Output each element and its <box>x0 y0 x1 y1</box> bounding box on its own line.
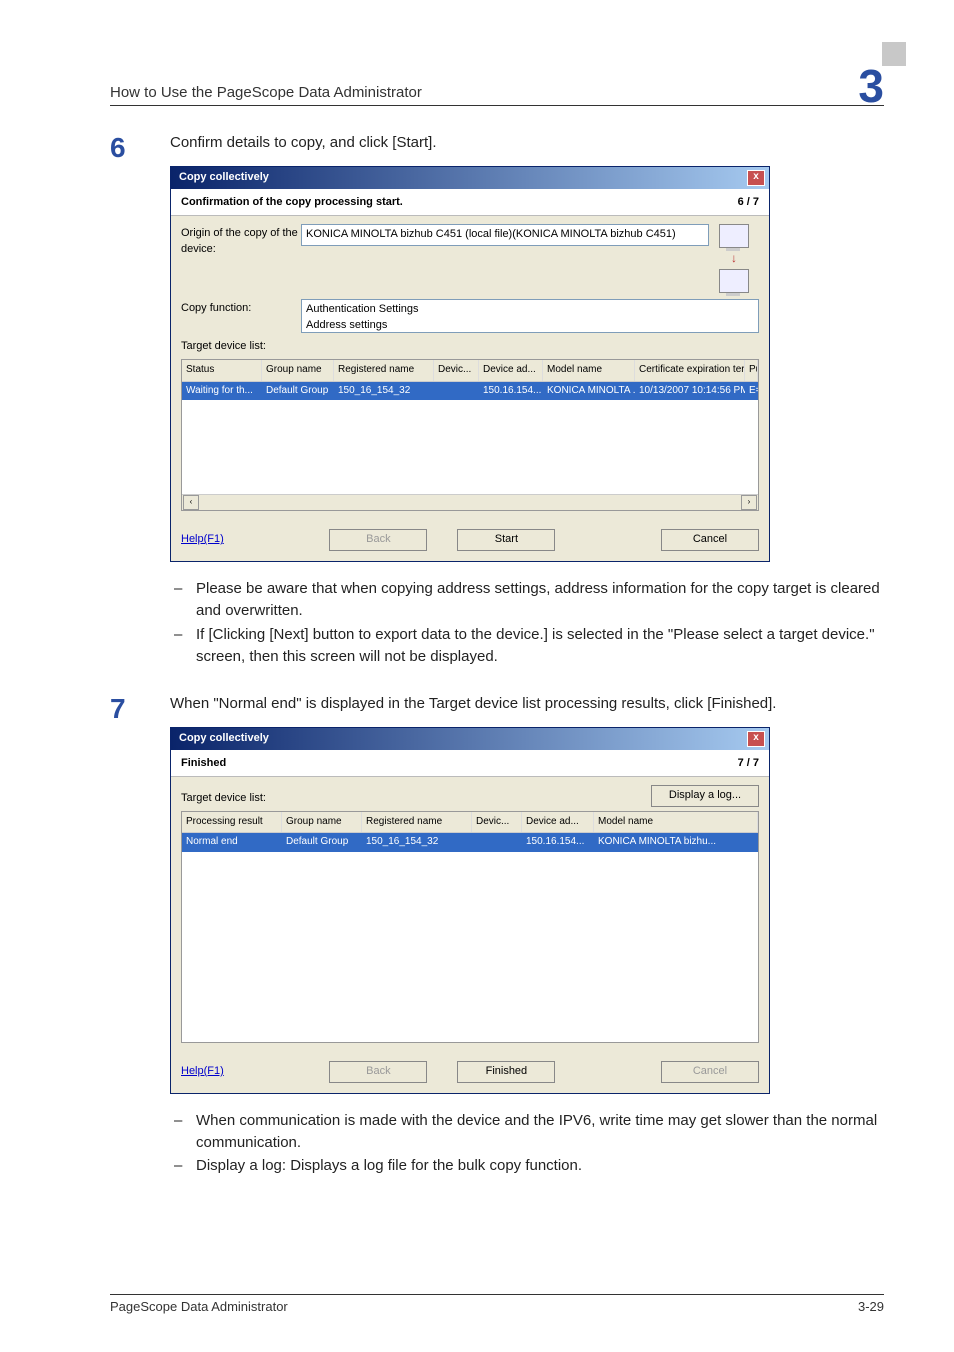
cell-devic <box>434 382 479 401</box>
col-devad[interactable]: Device ad... <box>479 360 543 381</box>
dialog7-step-count: 7 / 7 <box>738 756 759 772</box>
dialog6-head-left: Confirmation of the copy processing star… <box>181 195 403 211</box>
dialog-copy-collectively-6: Copy collectively x Confirmation of the … <box>170 166 770 562</box>
device-icon-group: ↓ <box>709 224 759 293</box>
cancel-button-6[interactable]: Cancel <box>661 529 759 551</box>
horizontal-scrollbar[interactable]: ‹ › <box>182 494 758 510</box>
titlebar-7: Copy collectively x <box>171 728 769 750</box>
col-result[interactable]: Processing result <box>182 812 282 833</box>
back-button-7[interactable]: Back <box>329 1061 427 1083</box>
footer-right: 3-29 <box>858 1299 884 1314</box>
help-link-7[interactable]: Help(F1) <box>181 1064 224 1080</box>
cell-model: KONICA MINOLTA ... <box>543 382 635 401</box>
list-header-6: Status Group name Registered name Devic.… <box>182 360 758 382</box>
dialog-copy-collectively-7: Copy collectively x Finished 7 / 7 Targe… <box>170 727 770 1094</box>
notes-6: Please be aware that when copying addres… <box>170 578 884 667</box>
close-icon[interactable]: x <box>747 170 765 186</box>
cell-cert: 10/13/2007 10:14:56 PM... <box>635 382 745 401</box>
auth-settings-item: Authentication Settings <box>306 303 419 315</box>
finished-button[interactable]: Finished <box>457 1061 555 1083</box>
dialog6-step-count: 6 / 7 <box>738 195 759 211</box>
col-public[interactable]: Public <box>745 360 758 381</box>
section-title: How to Use the PageScope Data Administra… <box>110 84 422 101</box>
step-6-text: Confirm details to copy, and click [Star… <box>170 132 884 154</box>
col-devic[interactable]: Devic... <box>434 360 479 381</box>
col-group-7[interactable]: Group name <box>282 812 362 833</box>
step-6-number: 6 <box>110 132 170 570</box>
table-row[interactable]: Normal end Default Group 150_16_154_32 1… <box>182 833 758 852</box>
col-cert[interactable]: Certificate expiration term <box>635 360 745 381</box>
help-link-6[interactable]: Help(F1) <box>181 532 224 548</box>
display-log-button[interactable]: Display a log... <box>651 785 759 807</box>
cell-result: Normal end <box>182 833 282 852</box>
target-list-label-6: Target device list: <box>181 339 759 355</box>
back-button-6[interactable]: Back <box>329 529 427 551</box>
table-row[interactable]: Waiting for th... Default Group 150_16_1… <box>182 382 758 401</box>
step-7-text: When "Normal end" is displayed in the Ta… <box>170 693 884 715</box>
dialog7-title: Copy collectively <box>179 731 269 747</box>
cell-public: E=ssl <box>745 382 758 401</box>
computer-icon <box>719 224 749 248</box>
origin-label: Origin of the copy of the device: <box>181 224 301 258</box>
scroll-left-icon[interactable]: ‹ <box>183 495 199 510</box>
footer-left: PageScope Data Administrator <box>110 1299 288 1314</box>
dialog7-head-left: Finished <box>181 756 226 772</box>
cell-regname-7: 150_16_154_32 <box>362 833 472 852</box>
cell-model-7: KONICA MINOLTA bizhu... <box>594 833 758 852</box>
col-devic-7[interactable]: Devic... <box>472 812 522 833</box>
cell-devad-7: 150.16.154... <box>522 833 594 852</box>
step-7-number: 7 <box>110 693 170 1102</box>
corner-decoration <box>882 42 906 66</box>
target-device-list-6[interactable]: Status Group name Registered name Devic.… <box>181 359 759 511</box>
page-footer: PageScope Data Administrator 3-29 <box>110 1294 884 1314</box>
computer-icon <box>719 269 749 293</box>
cancel-button-7[interactable]: Cancel <box>661 1061 759 1083</box>
close-icon[interactable]: x <box>747 731 765 747</box>
cell-devad: 150.16.154... <box>479 382 543 401</box>
target-list-label-7: Target device list: <box>181 791 266 807</box>
start-button[interactable]: Start <box>457 529 555 551</box>
titlebar-6: Copy collectively x <box>171 167 769 189</box>
col-model[interactable]: Model name <box>543 360 635 381</box>
dialog6-title: Copy collectively <box>179 170 269 186</box>
col-group[interactable]: Group name <box>262 360 334 381</box>
col-model-7[interactable]: Model name <box>594 812 758 833</box>
arrow-down-icon: ↓ <box>731 250 737 267</box>
cell-group-7: Default Group <box>282 833 362 852</box>
copyfunc-label: Copy function: <box>181 299 301 317</box>
col-devad-7[interactable]: Device ad... <box>522 812 594 833</box>
note-6-1: Please be aware that when copying addres… <box>170 578 884 622</box>
target-device-list-7[interactable]: Processing result Group name Registered … <box>181 811 759 1043</box>
note-7-1: When communication is made with the devi… <box>170 1110 884 1154</box>
col-regname[interactable]: Registered name <box>334 360 434 381</box>
copyfunc-listbox: Authentication Settings Address settings <box>301 299 759 333</box>
note-7-2: Display a log: Displays a log file for t… <box>170 1155 884 1177</box>
page-header: How to Use the PageScope Data Administra… <box>110 60 884 106</box>
note-6-2: If [Clicking [Next] button to export dat… <box>170 624 884 668</box>
chapter-number: 3 <box>858 66 884 107</box>
scroll-right-icon[interactable]: › <box>741 495 757 510</box>
notes-7: When communication is made with the devi… <box>170 1110 884 1177</box>
origin-textbox: KONICA MINOLTA bizhub C451 (local file)(… <box>301 224 709 246</box>
col-regname-7[interactable]: Registered name <box>362 812 472 833</box>
cell-devic-7 <box>472 833 522 852</box>
cell-status: Waiting for th... <box>182 382 262 401</box>
address-settings-item: Address settings <box>306 319 387 331</box>
col-status[interactable]: Status <box>182 360 262 381</box>
cell-regname: 150_16_154_32 <box>334 382 434 401</box>
cell-group: Default Group <box>262 382 334 401</box>
list-header-7: Processing result Group name Registered … <box>182 812 758 834</box>
